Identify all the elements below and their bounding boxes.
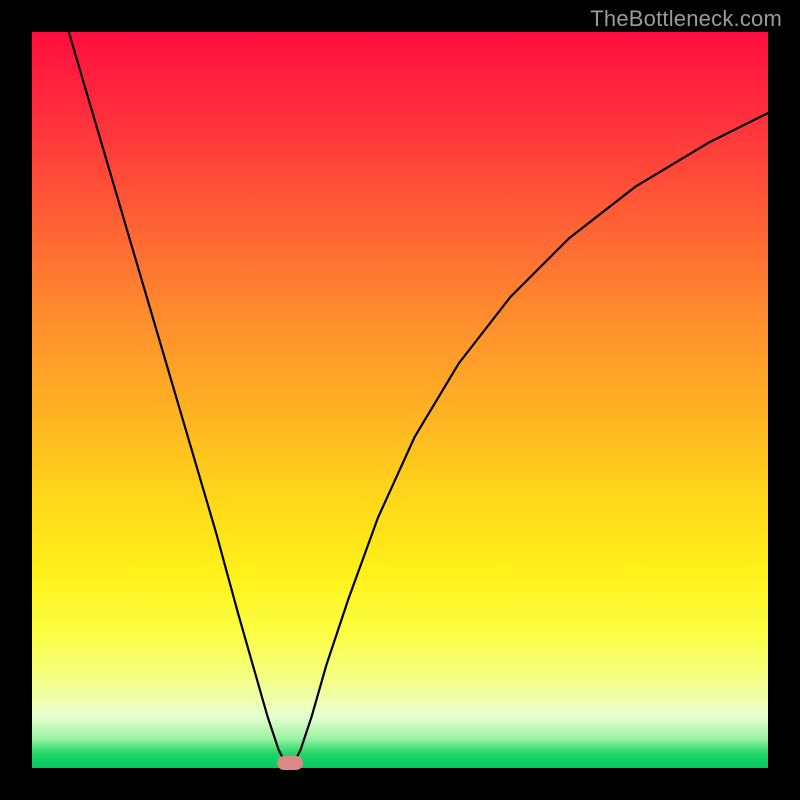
chart-frame: TheBottleneck.com xyxy=(0,0,800,800)
bottleneck-curve xyxy=(69,32,768,768)
curve-svg xyxy=(32,32,768,768)
watermark-text: TheBottleneck.com xyxy=(590,6,782,32)
optimal-marker xyxy=(277,756,303,770)
plot-area xyxy=(32,32,768,768)
